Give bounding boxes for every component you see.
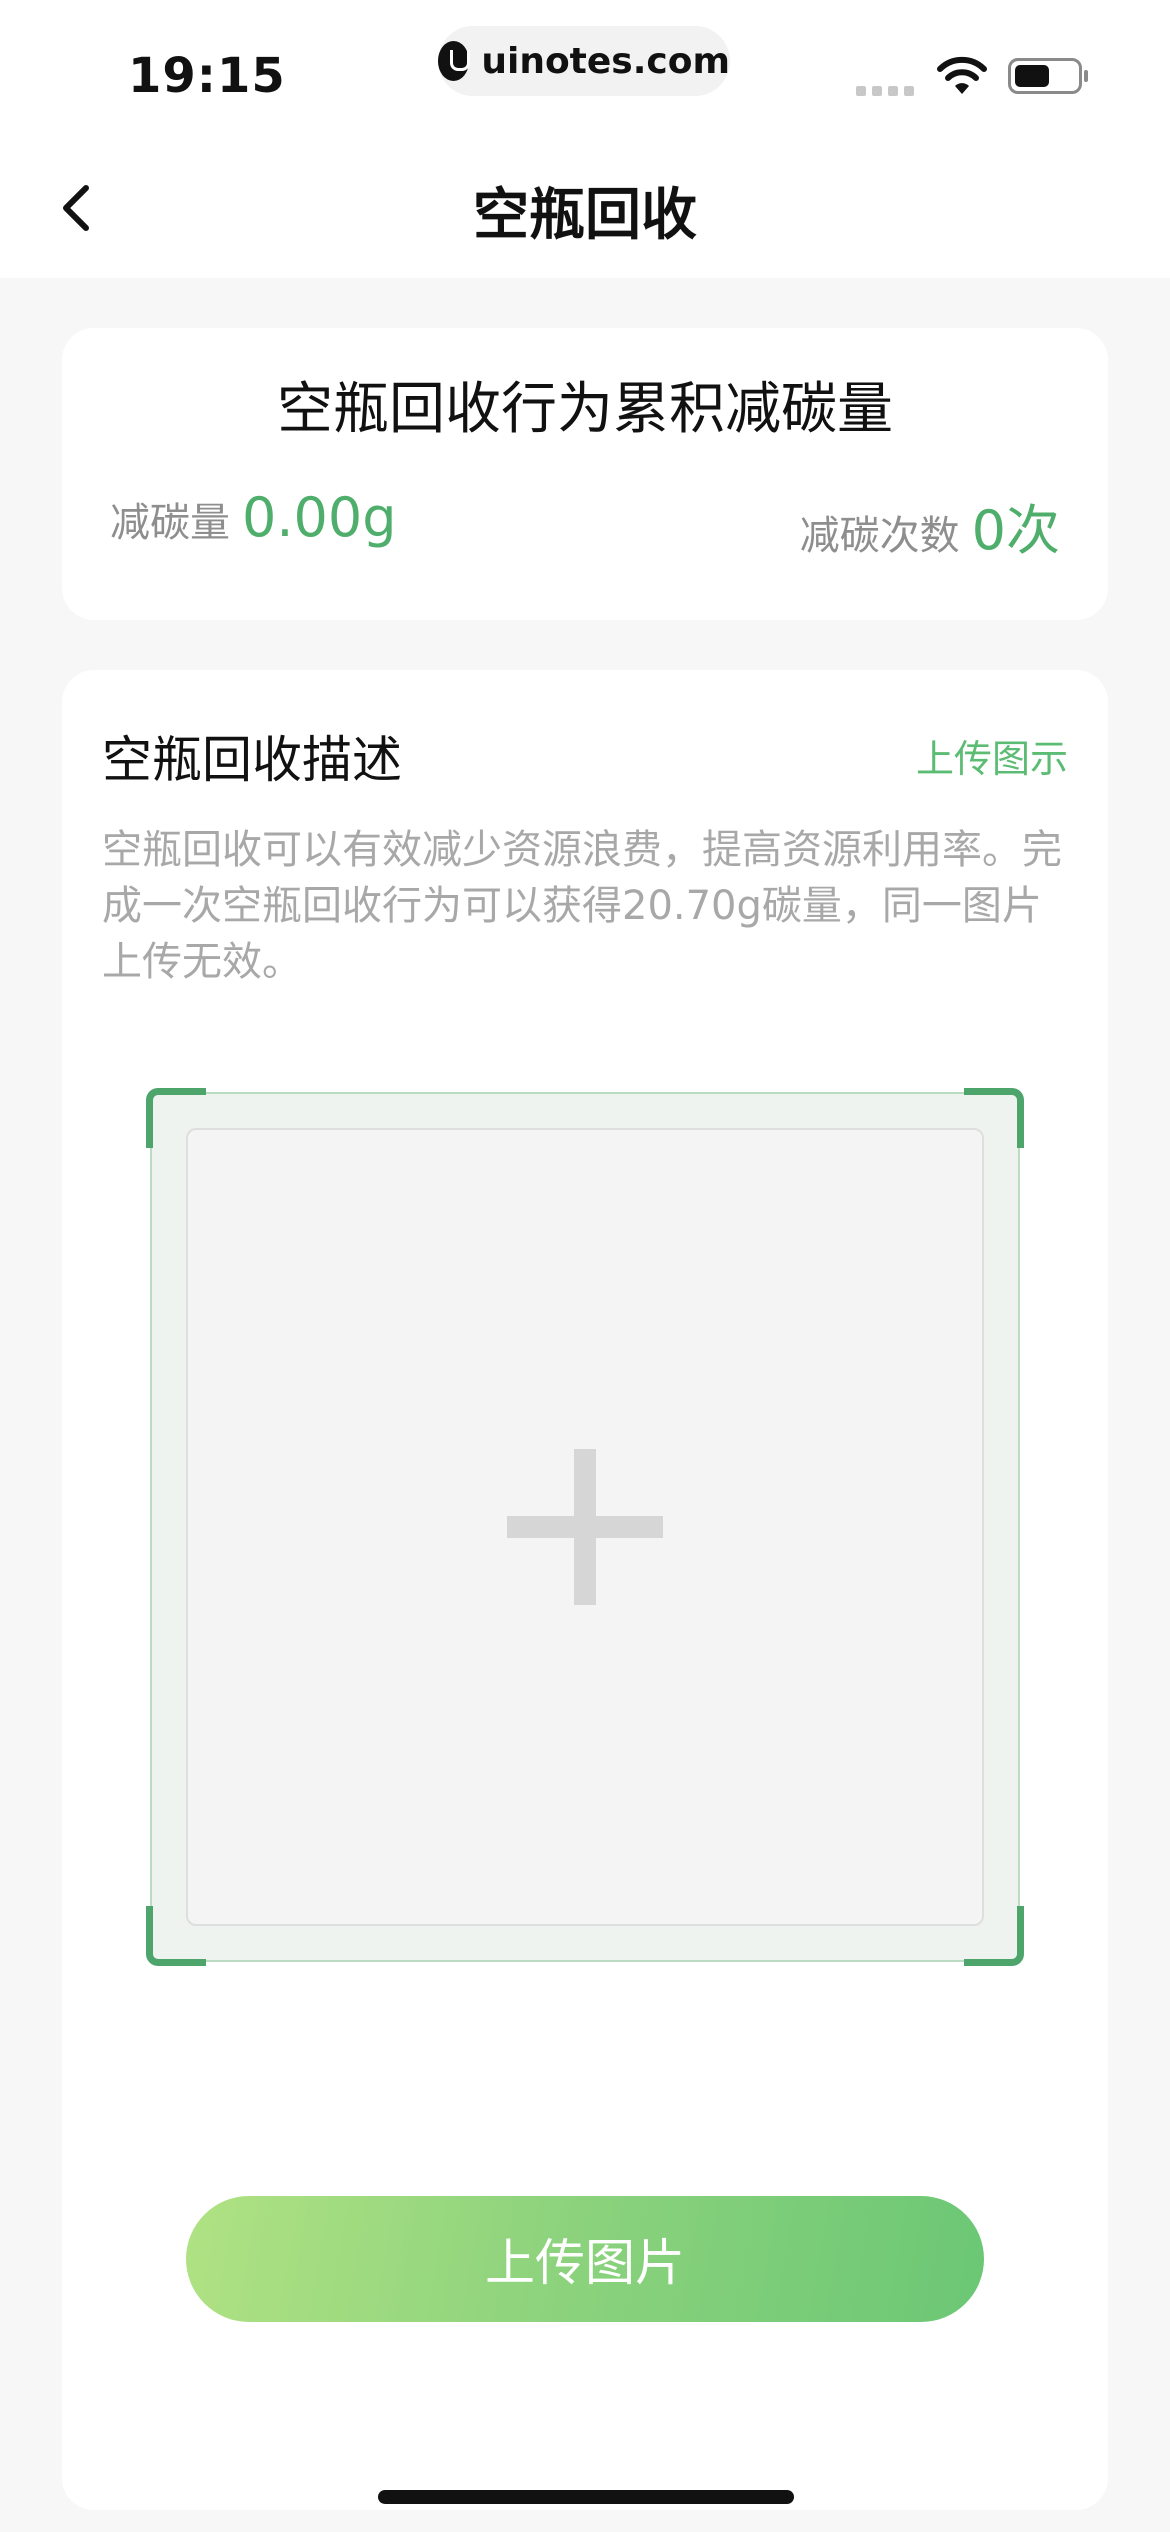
- description-text: 空瓶回收可以有效减少资源浪费，提高资源利用率。完成一次空瓶回收行为可以获得20.…: [102, 827, 1062, 985]
- upload-placeholder: [186, 1128, 984, 1926]
- frame-corner-icon: [146, 1906, 206, 1966]
- home-indicator[interactable]: [378, 2490, 794, 2504]
- plus-icon: [507, 1449, 663, 1605]
- stats-title: 空瓶回收行为累积减碳量: [277, 377, 893, 442]
- reduction-label: 减碳量: [110, 500, 230, 546]
- status-time: 19:15: [128, 48, 286, 104]
- url-text: uinotes.com: [481, 40, 730, 82]
- page-title: 空瓶回收: [473, 183, 697, 248]
- carbon-stats-card: 空瓶回收行为累积减碳量 减碳量 0.00g 减碳次数 0次: [62, 328, 1108, 620]
- reduction-value: 0.00g: [242, 486, 397, 549]
- count-label: 减碳次数: [799, 513, 960, 559]
- reduction-stat: 减碳量 0.00g: [110, 486, 397, 549]
- upload-image-button[interactable]: 上传图片: [186, 2196, 984, 2322]
- count-value: 0次: [971, 499, 1060, 562]
- count-stat: 减碳次数 0次: [800, 486, 1060, 565]
- wifi-icon: [937, 56, 987, 94]
- header: 19:15 uinotes.com 空瓶回收: [0, 0, 1170, 278]
- frame-corner-icon: [964, 1088, 1024, 1148]
- url-pill[interactable]: uinotes.com: [438, 26, 730, 96]
- description-title: 空瓶回收描述: [102, 731, 402, 789]
- cellular-signal-icon: [856, 86, 914, 96]
- site-logo-icon: [438, 41, 471, 81]
- battery-icon: [1008, 58, 1088, 94]
- frame-corner-icon: [964, 1906, 1024, 1966]
- description-card: 空瓶回收描述 上传图示 空瓶回收可以有效减少资源浪费，提高资源利用率。完成一次空…: [62, 670, 1108, 2510]
- image-upload-area[interactable]: [146, 1088, 1024, 1966]
- upload-example-link[interactable]: 上传图示: [916, 728, 1068, 783]
- frame-corner-icon: [146, 1088, 206, 1148]
